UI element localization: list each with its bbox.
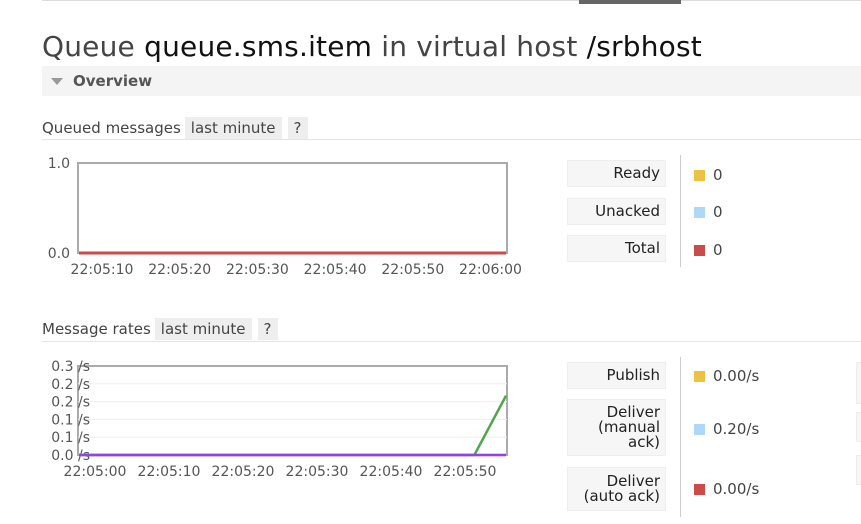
total-swatch-icon [694,244,705,256]
rates-help-button[interactable]: ? [257,318,278,340]
legend-value-deliver-manual: 0.20/s [694,420,759,438]
legend-value-unacked: 0 [694,203,723,221]
x-tick-label: 22:05:40 [360,464,423,480]
ready-swatch-icon [694,169,705,181]
legend-key-total: Total [567,235,666,262]
legend-value-total: 0 [694,241,723,259]
y-tick-label: 1.0 [48,156,70,172]
x-tick-label: 22:05:20 [148,262,211,278]
unacked-count: 0 [713,203,723,221]
overview-section-toggle[interactable]: Overview [42,66,861,96]
publish-swatch-icon [694,370,705,382]
cutoff-panel-edge [856,455,861,485]
publish-rate: 0.00/s [713,367,760,385]
legend-key-deliver-manual: Deliver (manual ack) [567,399,666,456]
page-title: Queue queue.sms.item in virtual host /sr… [42,30,702,63]
collapse-triangle-icon [51,77,63,85]
rates-range-selector[interactable]: last minute [154,318,252,340]
y-tick-label: 0.0 [48,246,70,262]
queued-messages-chart: 1.0 0.022:05:10 22:05:20 22:05:30 22:05:40 22… [48,156,522,278]
y-tick-label: 0.1 /s [51,412,90,428]
queued-help-button[interactable]: ? [287,117,308,139]
legend-value-ready: 0 [694,166,723,184]
queued-range-selector[interactable]: last minute [184,117,282,139]
queued-messages-header: Queued messages last minute ? [42,116,308,140]
message-rates-label: Message rates [42,320,151,338]
rates-divider [42,341,861,342]
vhost-name: /srbhost [586,30,702,63]
y-tick-label: 0.2 /s [51,377,90,393]
x-tick-label: 22:05:10 [71,262,134,278]
x-tick-label: 22:05:40 [304,262,367,278]
x-tick-label: 22:05:50 [434,464,497,480]
cutoff-panel-edge [856,362,861,404]
legend-key-unacked: Unacked [567,198,666,225]
deliver-manual-swatch-icon [694,423,705,435]
title-prefix: Queue [42,30,145,63]
deliver-auto-swatch-icon [694,483,705,495]
rates-legend-separator [680,357,681,517]
queue-name: queue.sms.item [144,30,373,63]
y-tick-label: 0.2 /s [51,395,90,411]
legend-key-publish: Publish [567,362,666,389]
chart-plot-area [77,162,508,254]
x-tick-label: 22:05:10 [138,464,201,480]
overview-label: Overview [73,72,153,90]
x-tick-label: 22:05:50 [381,262,444,278]
x-tick-label: 22:06:00 [459,262,522,278]
legend-value-deliver-auto: 0.00/s [694,480,759,498]
chart-plot-area [77,365,508,456]
top-divider [42,0,861,1]
legend-key-ready: Ready [567,160,666,187]
y-tick-label: 0.1 /s [51,430,90,446]
queued-messages-label: Queued messages [42,119,181,137]
active-tab-indicator [579,0,681,4]
legend-key-deliver-auto: Deliver (auto ack) [567,467,666,511]
x-tick-label: 22:05:30 [286,464,349,480]
x-tick-label: 22:05:00 [64,464,127,480]
y-tick-label: 0.3 /s [51,359,90,375]
title-middle: in virtual host [372,30,587,63]
ready-count: 0 [713,166,723,184]
unacked-swatch-icon [694,206,705,218]
legend-value-publish: 0.00/s [694,367,759,385]
queued-legend-separator [680,155,681,267]
message-rates-header: Message rates last minute ? [42,317,278,341]
total-count: 0 [713,241,723,259]
message-rates-chart: 0.3 /s0.2 /s0.2 /s0.1 /s0.1 /s0.0 /s22:0… [51,359,508,480]
x-tick-label: 22:05:20 [212,464,275,480]
x-tick-label: 22:05:30 [226,262,289,278]
deliver-manual-rate: 0.20/s [713,420,760,438]
deliver-auto-rate: 0.00/s [713,480,760,498]
queued-divider [42,139,861,140]
cutoff-panel-edge [856,412,861,442]
